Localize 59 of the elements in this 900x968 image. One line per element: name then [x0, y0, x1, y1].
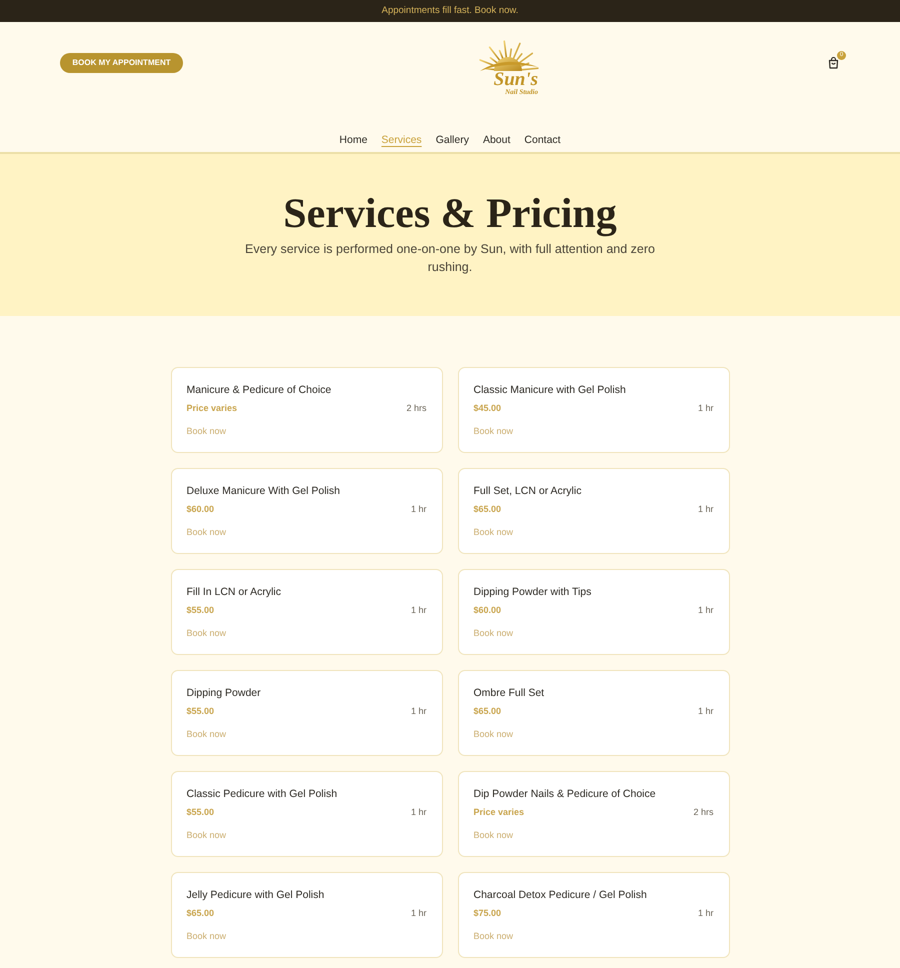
book-now-link[interactable]: Book now	[474, 930, 514, 942]
service-name: Dipping Powder with Tips	[474, 585, 592, 599]
book-now-link[interactable]: Book now	[474, 425, 514, 437]
service-price: $65.00	[186, 907, 214, 919]
service-price: $45.00	[474, 402, 502, 414]
nav-link[interactable]: Services	[381, 133, 422, 147]
book-now-link[interactable]: Book now	[474, 627, 514, 639]
service-price: Price varies	[474, 806, 524, 818]
book-now-link[interactable]: Book now	[474, 526, 514, 538]
service-duration: 1 hr	[410, 806, 426, 818]
book-now-link[interactable]: Book now	[474, 829, 514, 841]
service-duration: 1 hr	[698, 907, 714, 919]
service-duration: 1 hr	[410, 907, 426, 919]
service-name: Manicure & Pedicure of Choice	[186, 383, 332, 397]
service-price: $65.00	[474, 705, 502, 717]
nav-link[interactable]: Gallery	[436, 133, 469, 147]
announcement-text: Appointments fill fast. Book now.	[382, 4, 518, 18]
service-duration: 1 hr	[698, 705, 714, 717]
service-price: $55.00	[186, 705, 214, 717]
service-name: Classic Pedicure with Gel Polish	[186, 787, 338, 801]
page-title: Services & Pricing	[283, 190, 617, 238]
service-name: Deluxe Manicure With Gel Polish	[186, 484, 341, 498]
service-name: Charcoal Detox Pedicure / Gel Polish	[474, 888, 648, 902]
service-duration: 1 hr	[410, 604, 426, 616]
service-price: Price varies	[186, 402, 238, 414]
service-price: $75.00	[474, 907, 502, 919]
page-subtitle: Every service is performed one-on-one by Sun, with full attention and zero rushing.	[244, 241, 656, 276]
nav-link[interactable]: Contact	[524, 133, 561, 147]
service-name: Fill In LCN or Acrylic	[186, 585, 282, 599]
service-price: $55.00	[186, 604, 214, 616]
book-now-link[interactable]: Book now	[186, 930, 226, 942]
service-duration: 2 hrs	[406, 402, 426, 414]
nav-link[interactable]: About	[482, 133, 510, 147]
book-now-link[interactable]: Book now	[186, 829, 226, 841]
service-duration: 1 hr	[410, 503, 426, 515]
service-duration: 1 hr	[698, 604, 714, 616]
service-duration: 1 hr	[410, 705, 426, 717]
book-now-link[interactable]: Book now	[186, 627, 226, 639]
service-name: Full Set, LCN or Acrylic	[474, 484, 582, 498]
service-name: Jelly Pedicure with Gel Polish	[186, 888, 326, 902]
logo-title: Sun's	[494, 70, 538, 88]
book-now-link[interactable]: Book now	[186, 526, 226, 538]
book-now-link[interactable]: Book now	[474, 728, 514, 740]
service-name: Ombre Full Set	[474, 686, 546, 700]
book-now-link[interactable]: Book now	[186, 728, 226, 740]
service-duration: 2 hrs	[693, 806, 714, 818]
shopping-bag-icon[interactable]	[828, 57, 839, 69]
book-appointment-button[interactable]: BOOK MY APPOINTMENT	[60, 53, 183, 73]
service-price: $60.00	[474, 604, 502, 616]
service-price: $60.00	[186, 503, 214, 515]
service-duration: 1 hr	[698, 402, 714, 414]
service-name: Dipping Powder	[186, 686, 262, 700]
service-name: Dip Powder Nails & Pedicure of Choice	[474, 787, 657, 801]
service-price: $55.00	[186, 806, 214, 818]
service-name: Classic Manicure with Gel Polish	[474, 383, 627, 397]
service-price: $65.00	[474, 503, 502, 515]
service-duration: 1 hr	[698, 503, 714, 515]
book-now-link[interactable]: Book now	[186, 425, 226, 437]
nav-link[interactable]: Home	[339, 133, 368, 147]
